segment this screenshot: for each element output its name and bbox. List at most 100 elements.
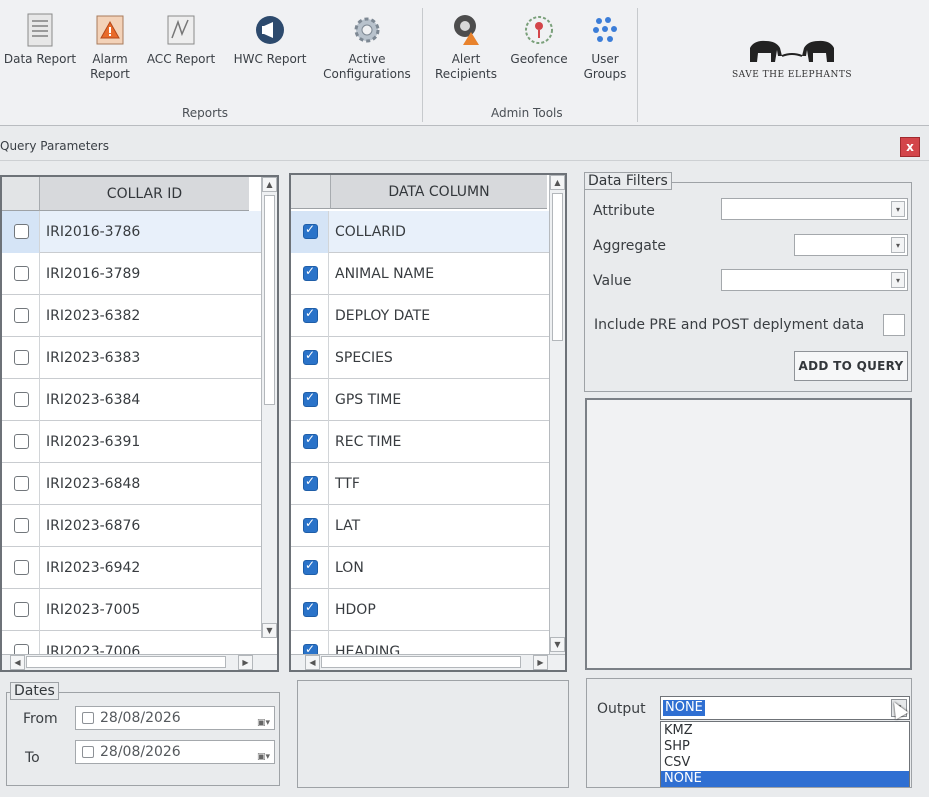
hwc-report-button[interactable]: HWC Report — [227, 12, 313, 67]
chevron-down-icon[interactable]: ▾ — [891, 237, 905, 253]
alarm-report-button[interactable]: Alarm Report — [86, 12, 134, 82]
row-checkbox[interactable] — [303, 264, 318, 281]
close-button[interactable]: x — [900, 137, 920, 157]
data-column-row[interactable]: GPS TIME — [291, 379, 549, 421]
scroll-down-icon[interactable]: ▼ — [550, 637, 565, 652]
from-date-picker[interactable]: 28/08/2026 ▣▾ — [75, 706, 275, 730]
data-column-row[interactable]: DEPLOY DATE — [291, 295, 549, 337]
to-date-checkbox[interactable] — [82, 746, 94, 758]
data-column-row[interactable]: LAT — [291, 505, 549, 547]
data-column-row[interactable]: SPECIES — [291, 337, 549, 379]
chevron-down-icon[interactable]: ▾ — [891, 201, 905, 217]
data-column-row[interactable]: COLLARID — [291, 211, 549, 253]
data-column-list[interactable]: DATA COLUMN COLLARID ANIMAL NAME DEPLOY DA… — [289, 173, 567, 672]
data-report-button[interactable]: Data Report — [0, 12, 80, 67]
scroll-right-icon[interactable]: ▶ — [533, 655, 548, 670]
row-checkbox[interactable] — [14, 518, 29, 533]
panel-divider — [0, 160, 929, 161]
active-configurations-button[interactable]: Active Configurations — [318, 12, 416, 82]
data-column-label: LAT — [335, 518, 361, 534]
value-select[interactable]: ▾ — [721, 269, 908, 291]
row-checkbox[interactable] — [14, 602, 29, 617]
row-checkbox[interactable] — [303, 390, 318, 407]
output-options-popup[interactable]: KMZ SHP CSV NONE — [660, 721, 910, 787]
row-checkbox[interactable] — [14, 434, 29, 449]
row-checkbox[interactable] — [14, 560, 29, 575]
collar-id-row[interactable]: IRI2023-6942 — [2, 547, 261, 589]
row-checkbox[interactable] — [14, 266, 29, 281]
collar-id-row[interactable]: IRI2023-6382 — [2, 295, 261, 337]
acc-report-button[interactable]: ACC Report — [141, 12, 221, 67]
scroll-up-icon[interactable]: ▲ — [550, 175, 565, 190]
to-date-picker[interactable]: 28/08/2026 ▣▾ — [75, 740, 275, 764]
collar-header-checkbox-cell — [2, 177, 40, 211]
row-checkbox[interactable] — [14, 224, 29, 239]
data-column-row[interactable]: ANIMAL NAME — [291, 253, 549, 295]
scroll-down-icon[interactable]: ▼ — [262, 623, 277, 638]
collar-id-list[interactable]: COLLAR ID IRI2016-3786 IRI2016-3789 IRI202… — [0, 175, 279, 672]
dates-legend: Dates — [10, 682, 59, 700]
data-column-header[interactable]: DATA COLUMN — [331, 175, 547, 209]
save-the-elephants-logo: SAVE THE ELEPHANTS — [727, 36, 857, 86]
attribute-select[interactable]: ▾ — [721, 198, 908, 220]
add-to-query-button[interactable]: ADD TO QUERY — [794, 351, 908, 381]
collar-id-row[interactable]: IRI2016-3786 — [2, 211, 261, 253]
from-date-checkbox[interactable] — [82, 712, 94, 724]
data-column-row[interactable]: LON — [291, 547, 549, 589]
data-column-row[interactable]: TTF — [291, 463, 549, 505]
alert-recipients-button[interactable]: Alert Recipients — [430, 12, 502, 82]
data-list-hscroll[interactable]: ◀ ▶ — [291, 654, 565, 670]
collar-id-row[interactable]: IRI2023-6848 — [2, 463, 261, 505]
user-groups-button[interactable]: User Groups — [578, 12, 632, 82]
collar-scroll-thumb[interactable] — [264, 195, 275, 405]
row-checkbox[interactable] — [303, 474, 318, 491]
include-pre-post-checkbox[interactable] — [883, 314, 905, 336]
row-checkbox[interactable] — [303, 432, 318, 449]
data-list-vscroll[interactable]: ▲ ▼ — [549, 175, 565, 654]
aggregate-select[interactable]: ▾ — [794, 234, 908, 256]
row-checkbox[interactable] — [303, 516, 318, 533]
collar-id-header[interactable]: COLLAR ID — [40, 177, 249, 211]
query-preview-area[interactable] — [585, 398, 912, 670]
data-report-label: Data Report — [3, 52, 77, 66]
data-column-row[interactable]: HDOP — [291, 589, 549, 631]
collar-id-row[interactable]: IRI2023-6876 — [2, 505, 261, 547]
row-checkbox[interactable] — [303, 306, 318, 323]
elephants-icon — [750, 40, 834, 62]
collar-id-row[interactable]: IRI2023-6384 — [2, 379, 261, 421]
output-option-none[interactable]: NONE — [661, 771, 909, 787]
collar-list-hscroll[interactable]: ◀ ▶ — [2, 654, 277, 670]
output-select[interactable]: NONE ▾ — [660, 696, 910, 720]
row-checkbox[interactable] — [14, 392, 29, 407]
collar-id-row[interactable]: IRI2016-3789 — [2, 253, 261, 295]
data-scroll-thumb[interactable] — [552, 193, 563, 341]
data-hscroll-thumb[interactable] — [321, 656, 521, 668]
hwc-report-label: HWC Report — [233, 52, 307, 66]
collar-id-row[interactable]: IRI2023-7005 — [2, 589, 261, 631]
chevron-down-icon[interactable]: ▾ — [891, 272, 905, 288]
calendar-icon[interactable]: ▣▾ — [257, 712, 270, 734]
scroll-left-icon[interactable]: ◀ — [305, 655, 320, 670]
row-checkbox[interactable] — [303, 348, 318, 365]
collar-list-vscroll[interactable]: ▲ ▼ — [261, 177, 277, 638]
output-option-shp[interactable]: SHP — [661, 739, 909, 755]
data-column-row[interactable]: REC TIME — [291, 421, 549, 463]
scroll-right-icon[interactable]: ▶ — [238, 655, 253, 670]
row-checkbox[interactable] — [303, 558, 318, 575]
row-checkbox[interactable] — [303, 222, 318, 239]
geofence-button[interactable]: Geofence — [507, 12, 571, 67]
collar-hscroll-thumb[interactable] — [26, 656, 226, 668]
collar-id-row[interactable]: IRI2023-6391 — [2, 421, 261, 463]
middle-empty-panel — [297, 680, 569, 788]
output-option-csv[interactable]: CSV — [661, 755, 909, 771]
output-option-kmz[interactable]: KMZ — [661, 723, 909, 739]
scroll-up-icon[interactable]: ▲ — [262, 177, 277, 192]
row-checkbox[interactable] — [303, 600, 318, 617]
collar-id-row[interactable]: IRI2023-6383 — [2, 337, 261, 379]
calendar-icon[interactable]: ▣▾ — [257, 746, 270, 768]
row-checkbox[interactable] — [14, 308, 29, 323]
data-column-label: HDOP — [335, 602, 376, 618]
row-checkbox[interactable] — [14, 476, 29, 491]
row-checkbox[interactable] — [14, 350, 29, 365]
scroll-left-icon[interactable]: ◀ — [10, 655, 25, 670]
